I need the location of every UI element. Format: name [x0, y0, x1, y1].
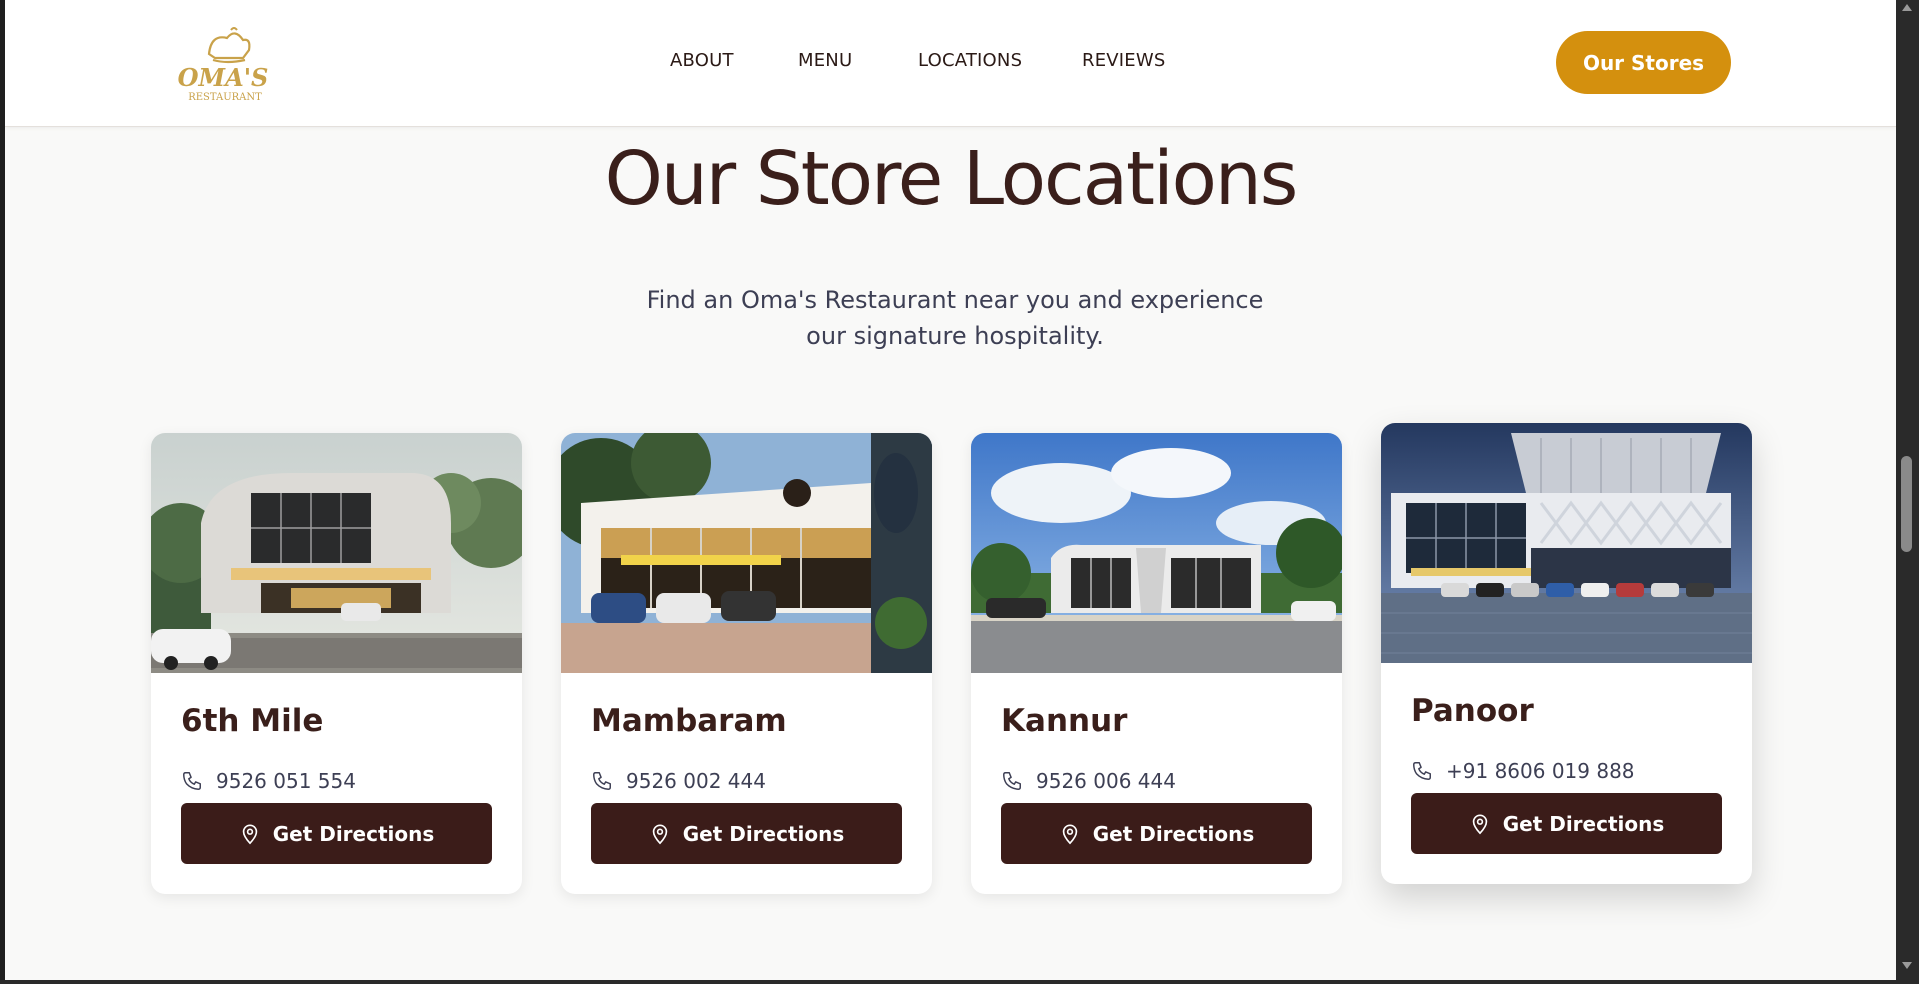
store-phone[interactable]: 9526 051 554	[181, 769, 356, 793]
page-scrollbar[interactable]	[1896, 0, 1919, 984]
phone-icon	[1003, 772, 1021, 790]
store-phone-number: +91 8606 019 888	[1446, 759, 1635, 783]
get-directions-label: Get Directions	[1502, 811, 1665, 836]
get-directions-button[interactable]: Get Directions	[1411, 793, 1722, 854]
store-phone[interactable]: +91 8606 019 888	[1411, 759, 1635, 783]
store-photo	[151, 433, 522, 673]
map-pin-icon	[1472, 813, 1487, 834]
our-stores-button[interactable]: Our Stores	[1556, 31, 1731, 94]
store-name: Mambaram	[591, 703, 787, 739]
map-pin-icon	[652, 823, 667, 844]
store-name: Kannur	[1001, 703, 1128, 739]
store-card-panoor: Panoor +91 8606 019 888 Get Directions	[1381, 423, 1752, 884]
phone-icon	[593, 772, 611, 790]
scroll-up-arrow-icon[interactable]	[1902, 4, 1912, 11]
store-photo	[971, 433, 1342, 673]
nav-locations[interactable]: LOCATIONS	[918, 50, 1022, 71]
get-directions-label: Get Directions	[682, 821, 845, 846]
window-bottom-edge	[0, 980, 1896, 984]
store-phone-number: 9526 002 444	[626, 769, 766, 793]
page-viewport: OMA'S RESTAURANT ABOUT MENU LOCATIONS RE…	[5, 0, 1896, 980]
nav-reviews[interactable]: REVIEWS	[1082, 50, 1166, 71]
store-phone-number: 9526 006 444	[1036, 769, 1176, 793]
get-directions-label: Get Directions	[272, 821, 435, 846]
store-card-kannur: Kannur 9526 006 444 Get Directions	[971, 433, 1342, 894]
logo-tagline: RESTAURANT	[188, 92, 262, 103]
site-header: OMA'S RESTAURANT ABOUT MENU LOCATIONS RE…	[5, 0, 1896, 127]
store-phone[interactable]: 9526 006 444	[1001, 769, 1176, 793]
store-photo	[1381, 423, 1752, 663]
section-subtitle: Find an Oma's Restaurant near you and ex…	[646, 286, 1264, 350]
store-card-6th-mile: 6th Mile 9526 051 554 Get Directions	[151, 433, 522, 894]
scrollbar-thumb[interactable]	[1901, 456, 1912, 552]
map-pin-icon	[1062, 823, 1077, 844]
get-directions-button[interactable]: Get Directions	[181, 803, 492, 864]
map-pin-icon	[242, 823, 257, 844]
nav-menu[interactable]: MENU	[798, 50, 852, 71]
store-phone[interactable]: 9526 002 444	[591, 769, 766, 793]
store-phone-number: 9526 051 554	[216, 769, 356, 793]
get-directions-button[interactable]: Get Directions	[1001, 803, 1312, 864]
nav-about[interactable]: ABOUT	[670, 50, 734, 71]
store-card-mambaram: Mambaram 9526 002 444 Get Directions	[561, 433, 932, 894]
get-directions-label: Get Directions	[1092, 821, 1255, 846]
scroll-down-arrow-icon[interactable]	[1902, 962, 1912, 969]
section-title: Our Store Locations	[604, 136, 1299, 222]
get-directions-button[interactable]: Get Directions	[591, 803, 902, 864]
store-name: 6th Mile	[181, 703, 324, 739]
phone-icon	[183, 772, 201, 790]
phone-icon	[1413, 762, 1431, 780]
store-photo	[561, 433, 932, 673]
store-name: Panoor	[1411, 693, 1534, 729]
